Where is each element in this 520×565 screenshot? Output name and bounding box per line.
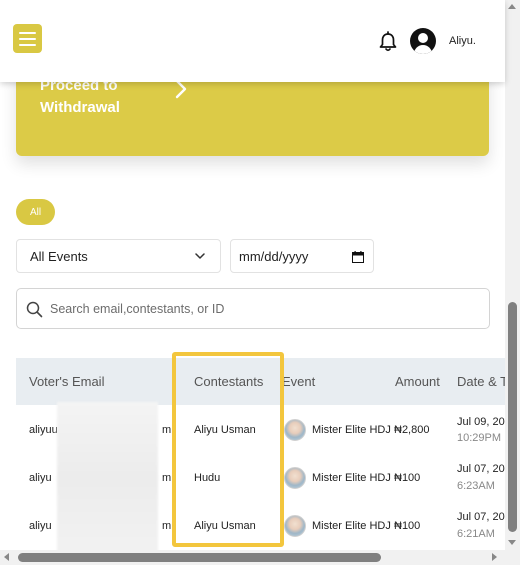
scroll-right-arrow-icon[interactable]: [492, 553, 497, 561]
vote-time: 10:29PM: [457, 432, 502, 444]
horizontal-scroll-thumb[interactable]: [18, 553, 381, 562]
contestant-photo: [284, 419, 306, 441]
scroll-down-arrow-icon[interactable]: [508, 540, 516, 545]
user-avatar-icon[interactable]: [410, 28, 436, 54]
vertical-scroll-thumb[interactable]: [508, 302, 517, 532]
scroll-left-arrow-icon[interactable]: [4, 553, 9, 561]
username-label[interactable]: Aliyu.: [449, 35, 476, 47]
voter-email-prefix: aliyuu: [29, 424, 58, 436]
vote-date: Jul 09, 20: [457, 416, 505, 428]
contestant-photo: [284, 515, 306, 537]
scroll-up-arrow-icon[interactable]: [508, 4, 516, 9]
column-header-email[interactable]: Voter's Email: [29, 374, 104, 389]
event-select[interactable]: All Events: [16, 239, 221, 273]
event-select-value: All Events: [30, 248, 88, 264]
voter-email-suffix: m: [162, 424, 172, 436]
filter-chip-all[interactable]: All: [16, 199, 55, 225]
page: Proceed to Withdrawal Aliyu. All All Eve…: [0, 0, 520, 565]
voter-email-prefix: aliyu: [29, 520, 52, 532]
vote-time: 6:21AM: [457, 528, 495, 540]
amount-value: ₦2,800: [394, 424, 430, 436]
date-input[interactable]: mm/dd/yyyy: [230, 239, 374, 273]
top-bar: Aliyu.: [0, 0, 505, 82]
voter-email-suffix: m: [162, 472, 172, 484]
calendar-icon[interactable]: [352, 251, 364, 263]
vote-time: 6:23AM: [457, 480, 495, 492]
event-name: Mister Elite HDJ: [312, 520, 391, 532]
withdrawal-label-line2: Withdrawal: [40, 99, 120, 116]
contestant-photo: [284, 467, 306, 489]
voter-email-prefix: aliyu: [29, 472, 52, 484]
contestants-highlight-box: [172, 352, 284, 547]
search-input[interactable]: Search email,contestants, or ID: [50, 302, 224, 316]
column-header-event[interactable]: Event: [282, 374, 315, 389]
bell-icon[interactable]: [378, 31, 398, 53]
redacted-email-blur: [57, 402, 158, 554]
vote-date: Jul 07, 20: [457, 511, 505, 523]
amount-value: ₦100: [394, 472, 421, 484]
vote-date: Jul 07, 20: [457, 463, 505, 475]
column-header-date[interactable]: Date & T: [457, 374, 508, 389]
amount-value: ₦100: [394, 520, 421, 532]
hamburger-menu-icon[interactable]: [13, 24, 42, 53]
date-input-placeholder: mm/dd/yyyy: [239, 248, 309, 264]
event-name: Mister Elite HDJ: [312, 424, 391, 436]
voter-email-suffix: m: [162, 520, 172, 532]
search-box[interactable]: Search email,contestants, or ID: [16, 288, 490, 329]
chevron-down-icon: [195, 253, 205, 259]
column-header-amount[interactable]: Amount: [395, 374, 440, 389]
event-name: Mister Elite HDJ: [312, 472, 391, 484]
search-icon: [26, 301, 43, 318]
